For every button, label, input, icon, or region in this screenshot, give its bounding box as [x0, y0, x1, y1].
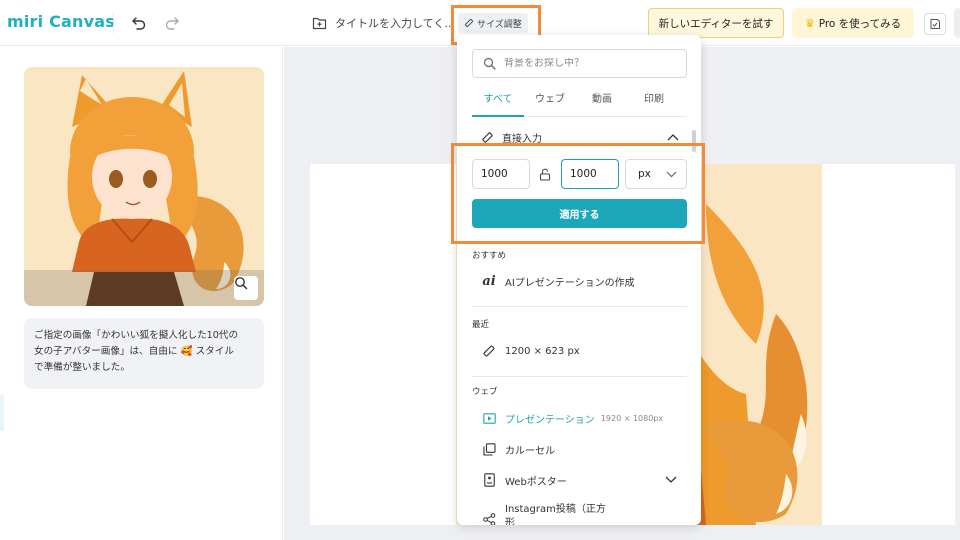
header-divider — [113, 13, 114, 33]
tab-print[interactable]: 印刷 — [628, 93, 680, 117]
undo-icon — [132, 17, 146, 30]
carousel-label: カルーセル — [505, 445, 555, 457]
presentation-size: 1920 × 1080px — [600, 413, 664, 423]
search-input[interactable] — [504, 58, 674, 69]
presentation-label: プレゼンテーション — [505, 414, 595, 426]
size-adjust-panel: すべて ウェブ 動画 印刷 直接入力 p — [457, 35, 701, 525]
web-poster-item[interactable]: Webポスター — [481, 471, 677, 489]
tab-web[interactable]: ウェブ — [524, 93, 576, 117]
poster-icon-svg — [483, 473, 495, 487]
category-tabs: すべて ウェブ 動画 印刷 — [472, 93, 687, 117]
recent-size-label: 1200 × 623 px — [505, 345, 580, 357]
search-box[interactable] — [472, 49, 687, 78]
ai-presentation-label: AIプレゼンテーションの作成 — [505, 277, 635, 289]
message-line: で準備が整いました。 — [34, 362, 130, 373]
carousel-icon — [481, 441, 497, 457]
assistant-message: ご指定の画像「かわいい狐を擬人化した10代の 女の子アバター画像」は、自由に 🥰… — [24, 318, 264, 389]
carousel-icon-svg — [482, 442, 496, 456]
search-icon — [483, 57, 496, 70]
save-button[interactable] — [924, 13, 946, 35]
poster-icon — [481, 472, 497, 488]
section-divider — [472, 306, 687, 307]
logo[interactable]: miri Canvas — [7, 12, 115, 31]
app-root: miri Canvas タイトルを入力してく... サイズ調整 新しいエディター… — [0, 0, 960, 540]
section-divider — [472, 376, 687, 377]
instagram-label: Instagram投稿（正方 — [505, 504, 606, 515]
play-icon-svg — [482, 412, 496, 424]
instagram-post-item[interactable]: Instagram投稿（正方 形 — [481, 503, 681, 525]
tab-all[interactable]: すべて — [472, 93, 524, 117]
ruler-icon — [481, 343, 497, 359]
save-icon — [930, 19, 940, 29]
try-new-editor-button[interactable]: 新しいエディターを試す — [648, 8, 784, 38]
generated-image[interactable] — [24, 67, 264, 306]
web-heading: ウェブ — [472, 387, 498, 397]
message-line: ご指定の画像「かわいい狐を擬人化した10代の — [34, 330, 239, 341]
recent-size-item[interactable]: 1200 × 623 px — [481, 342, 681, 360]
ai-presentation-item[interactable]: ai AIプレゼンテーションの作成 — [481, 272, 681, 290]
ai-icon: ai — [482, 273, 496, 289]
document-title: タイトルを入力してく... — [335, 17, 455, 30]
instagram-label-cont: 形 — [505, 518, 515, 525]
ai-chat-panel: ご指定の画像「かわいい狐を擬人化した10代の 女の子アバター画像」は、自由に 🥰… — [0, 47, 283, 540]
recommended-heading: おすすめ — [472, 251, 507, 261]
fox-girl-illustration — [24, 67, 264, 306]
zoom-button[interactable] — [234, 276, 258, 300]
carousel-item[interactable]: カルーセル — [481, 440, 681, 458]
chevron-up-icon — [667, 134, 679, 141]
pro-button-label: Pro を使ってみる — [818, 17, 902, 30]
presentation-item[interactable]: プレゼンテーション 1920 × 1080px — [481, 409, 681, 427]
chevron-down-icon — [665, 476, 677, 483]
magnifier-icon — [235, 277, 248, 290]
instagram-label-wrap: Instagram投稿（正方 形 — [505, 503, 606, 525]
share-icon-svg — [482, 512, 495, 525]
folder-add-icon — [312, 17, 327, 30]
web-poster-label: Webポスター — [505, 476, 567, 488]
redo-icon — [165, 17, 179, 30]
play-icon — [481, 410, 497, 426]
ruler-icon-svg — [483, 345, 495, 357]
message-line: 女の子アバター画像」は、自由に 🥰 スタイル — [34, 346, 234, 357]
recent-heading: 最近 — [472, 320, 490, 330]
redo-button[interactable] — [161, 12, 183, 34]
menu-button[interactable] — [954, 8, 960, 38]
ruler-icon — [482, 131, 493, 143]
crown-icon: ♛ — [804, 16, 815, 30]
document-title-field[interactable]: タイトルを入力してく... — [312, 12, 455, 34]
pro-button[interactable]: ♛ Pro を使ってみる — [792, 8, 914, 38]
highlight-size-inputs — [451, 143, 705, 244]
tab-video[interactable]: 動画 — [576, 93, 628, 117]
share-icon — [481, 511, 497, 525]
panel-edge-handle[interactable] — [0, 395, 4, 431]
undo-button[interactable] — [128, 12, 150, 34]
